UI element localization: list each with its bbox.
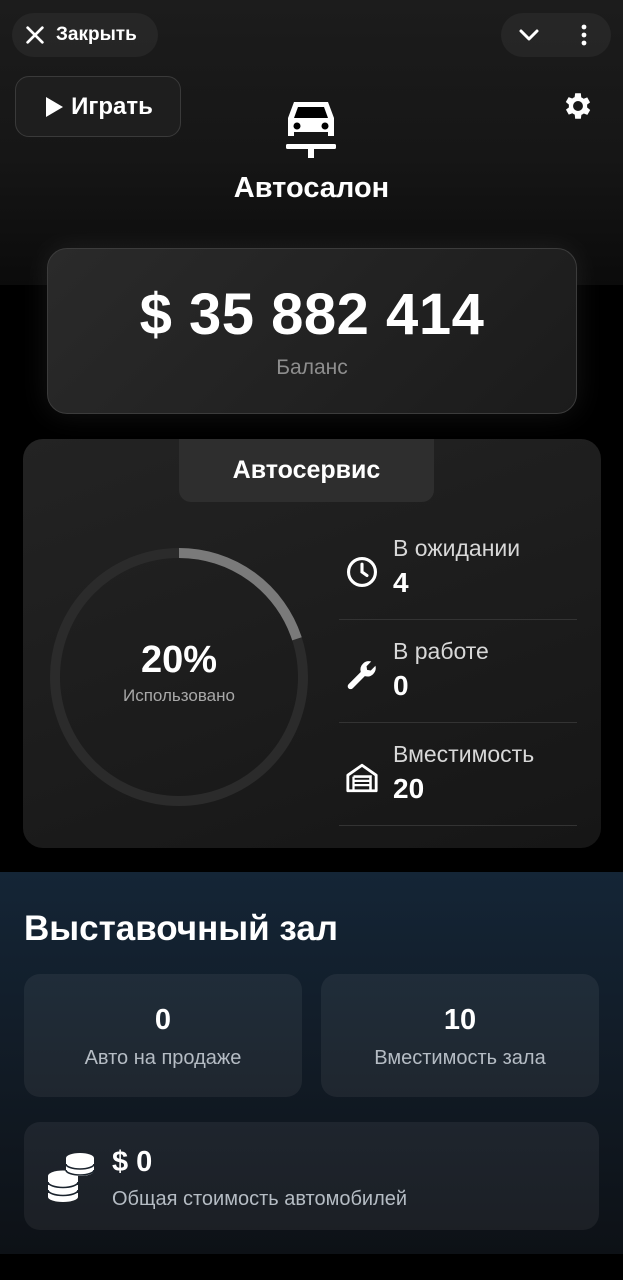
service-title[interactable]: Автосервис bbox=[179, 439, 434, 502]
gear-icon[interactable] bbox=[561, 89, 595, 123]
cars-for-sale-label: Авто на продаже bbox=[84, 1047, 242, 1069]
total-label: Общая стоимость автомобилей bbox=[112, 1188, 408, 1210]
stat-label: В ожидании bbox=[393, 535, 521, 561]
usage-percent: 20% bbox=[140, 638, 218, 681]
stat-value: 20 bbox=[393, 773, 425, 804]
app-title: Автосалон bbox=[233, 172, 390, 204]
stat-waiting: В ожидании 4 bbox=[339, 517, 577, 620]
garage-icon bbox=[346, 763, 378, 793]
close-label: Закрыть bbox=[56, 24, 137, 45]
coins-icon bbox=[47, 1153, 95, 1202]
play-label: Играть bbox=[71, 92, 153, 120]
usage-ring: 20% Использовано bbox=[45, 543, 313, 811]
stat-label: В работе bbox=[393, 638, 489, 664]
chevron-down-icon[interactable] bbox=[517, 23, 541, 47]
service-stats: В ожидании 4 В работе 0 Вместимость 20 bbox=[339, 517, 577, 826]
balance-card: $ 35 882 414 Баланс bbox=[47, 248, 577, 414]
cars-for-sale-value: 0 bbox=[154, 1004, 172, 1036]
stat-capacity: Вместимость 20 bbox=[339, 723, 577, 826]
wrench-icon bbox=[347, 661, 376, 690]
car-lift-icon bbox=[286, 102, 336, 158]
stat-value: 4 bbox=[393, 567, 409, 598]
balance-value: $ 35 882 414 bbox=[139, 282, 485, 347]
stat-value: 0 bbox=[393, 670, 409, 701]
stat-in-progress: В работе 0 bbox=[339, 620, 577, 723]
balance-label: Баланс bbox=[276, 356, 348, 379]
usage-label: Использовано bbox=[123, 685, 235, 705]
stat-label: Вместимость bbox=[393, 741, 535, 767]
close-button[interactable]: Закрыть bbox=[12, 13, 158, 57]
cars-for-sale-card: 0 Авто на продаже bbox=[24, 974, 302, 1097]
showroom-capacity-value: 10 bbox=[443, 1004, 477, 1036]
showroom-title: Выставочный зал bbox=[24, 909, 339, 948]
total-value: $ 0 bbox=[112, 1146, 153, 1178]
play-button[interactable]: Играть bbox=[15, 76, 181, 137]
play-icon bbox=[46, 96, 64, 117]
window-controls bbox=[501, 13, 611, 57]
close-icon bbox=[26, 26, 44, 44]
showroom-section: Выставочный зал 0 Авто на продаже 10 Вме… bbox=[0, 872, 623, 1254]
showroom-capacity-label: Вместимость зала bbox=[374, 1047, 546, 1069]
total-value-card: $ 0 Общая стоимость автомобилей bbox=[24, 1122, 599, 1230]
more-vertical-icon[interactable] bbox=[572, 23, 596, 47]
showroom-capacity-card: 10 Вместимость зала bbox=[321, 974, 599, 1097]
service-card: Автосервис 20% Использовано В ожидании 4 bbox=[23, 439, 601, 848]
clock-icon bbox=[346, 556, 378, 588]
screen: Закрыть Играть Автосалон $ 35 882 414 Ба… bbox=[0, 0, 623, 1280]
